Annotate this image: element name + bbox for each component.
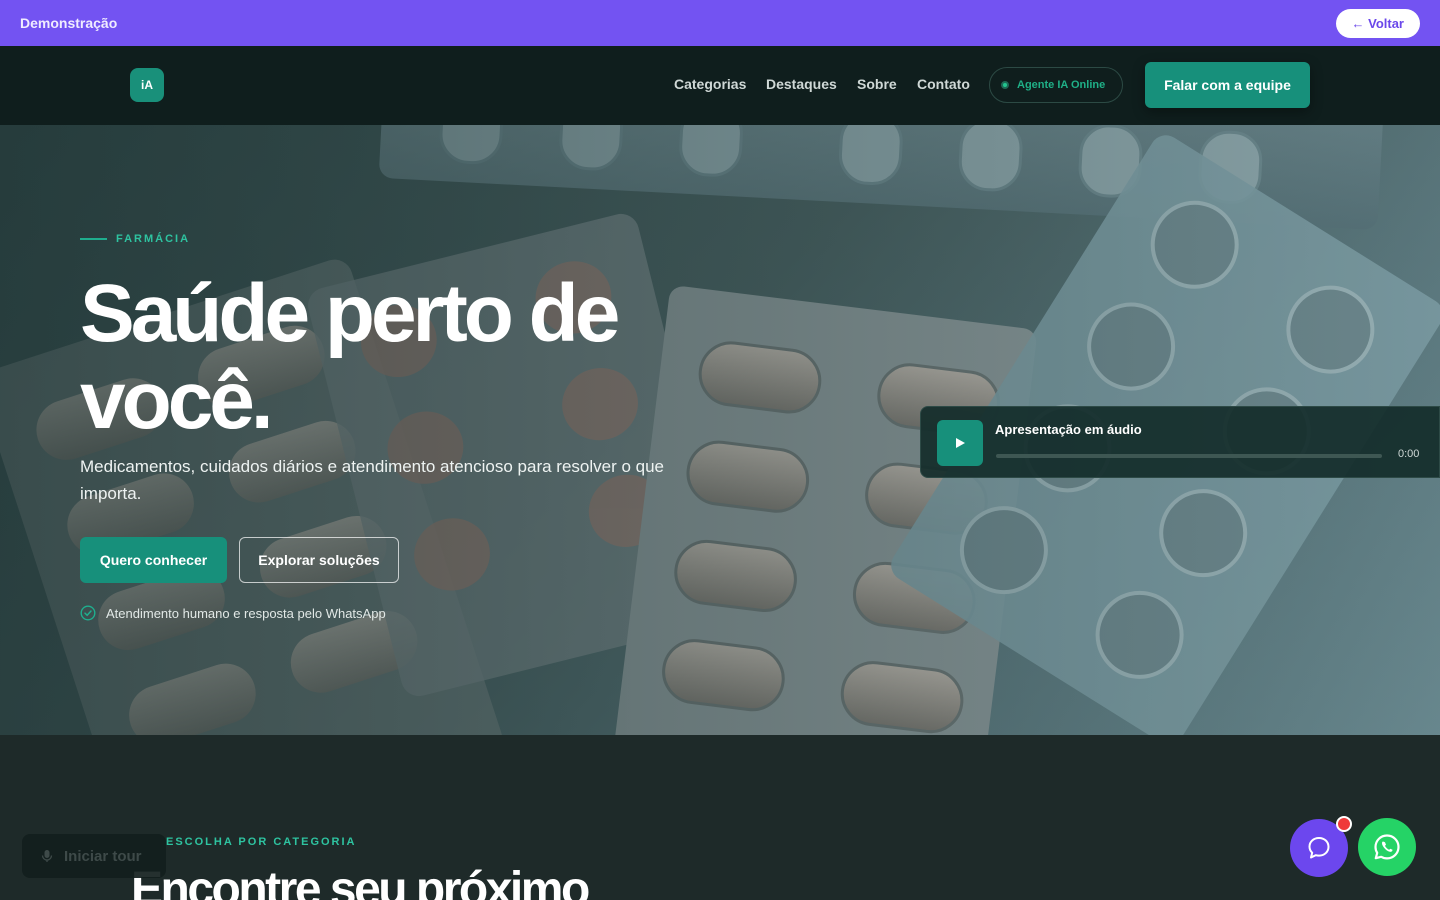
eyebrow-line [80, 238, 107, 240]
quero-conhecer-button[interactable]: Quero conhecer [80, 537, 227, 583]
demo-label: Demonstração [20, 15, 118, 31]
agent-status-label: Agente IA Online [1017, 79, 1106, 91]
talk-to-team-button[interactable]: Falar com a equipe [1145, 62, 1310, 108]
chat-bubble-icon [1308, 837, 1330, 859]
category-title: Encontre seu próximo [131, 863, 590, 900]
hero-subtitle: Medicamentos, cuidados diários e atendim… [80, 457, 665, 503]
demo-bar: Demonstração ← Voltar [0, 0, 1440, 46]
hero-section: FARMÁCIA Saúde perto de você. Medicament… [0, 125, 1440, 735]
hero-eyebrow-label: FARMÁCIA [116, 233, 191, 245]
hero-eyebrow: FARMÁCIA [80, 233, 190, 245]
start-tour-button[interactable]: Iniciar tour [22, 834, 166, 878]
nav-link-sobre[interactable]: Sobre [857, 76, 897, 92]
hero-title: Saúde perto de você. [80, 268, 620, 446]
category-eyebrow: ESCOLHA POR CATEGORIA [166, 836, 357, 848]
main-nav: iA Categorias Destaques Sobre Contato Ag… [0, 46, 1440, 125]
microphone-icon [41, 850, 53, 862]
logo[interactable]: iA [130, 68, 164, 102]
trust-note: Atendimento humano e resposta pelo Whats… [80, 605, 386, 621]
agent-status-badge[interactable]: Agente IA Online [989, 67, 1123, 103]
nav-link-categorias[interactable]: Categorias [674, 76, 746, 92]
audio-time: 0:00 [1398, 448, 1420, 460]
audio-progress-bar[interactable] [996, 454, 1382, 458]
back-button[interactable]: ← Voltar [1335, 8, 1420, 38]
nav-link-destaques[interactable]: Destaques [766, 76, 837, 92]
nav-link-contato[interactable]: Contato [917, 76, 970, 92]
whatsapp-icon [1374, 834, 1400, 860]
audio-play-button[interactable] [937, 420, 983, 466]
audio-title: Apresentação em áudio [995, 422, 1142, 437]
start-tour-label: Iniciar tour [64, 847, 142, 865]
audio-player: Apresentação em áudio 0:00 [920, 406, 1440, 478]
status-dot-icon [1001, 81, 1009, 89]
check-circle-icon [80, 605, 96, 621]
whatsapp-button[interactable] [1358, 818, 1416, 876]
explorar-solucoes-button[interactable]: Explorar soluções [239, 537, 399, 583]
play-icon [956, 438, 965, 448]
trust-note-text: Atendimento humano e resposta pelo Whats… [106, 605, 386, 621]
notification-badge [1336, 816, 1352, 832]
